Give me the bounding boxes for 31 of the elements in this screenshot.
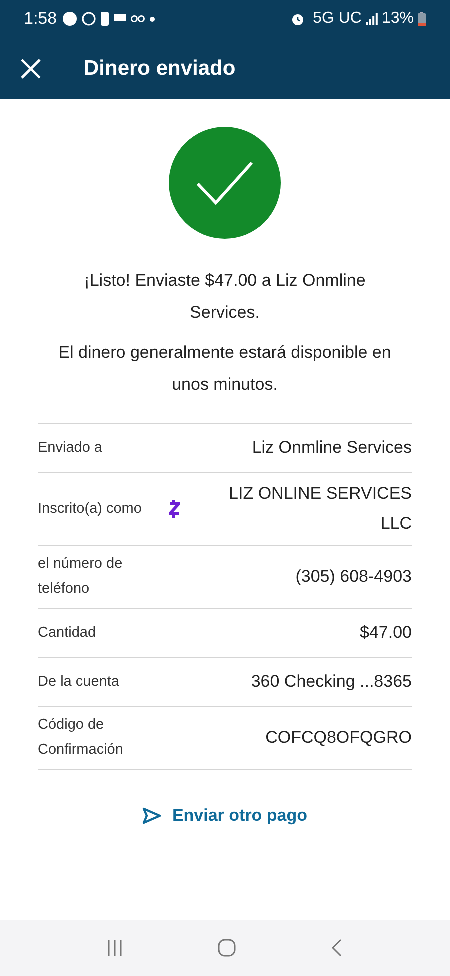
- back-icon: [330, 938, 344, 958]
- zelle-icon: [168, 500, 180, 518]
- send-another-payment-link[interactable]: Enviar otro pago: [142, 806, 308, 826]
- send-icon: [142, 807, 162, 825]
- battery-icon: [418, 12, 426, 26]
- network-label: 5G UC: [313, 10, 362, 28]
- signal-icon: [366, 13, 378, 25]
- battery-percent: 13%: [382, 10, 414, 28]
- detail-value: (305) 608-4903: [294, 566, 412, 588]
- home-icon: [216, 938, 237, 958]
- status-time: 1:58: [24, 9, 58, 29]
- detail-label: Cantidad: [38, 624, 98, 642]
- availability-note: El dinero generalmente estará disponible en unos minutos.: [58, 342, 392, 396]
- detail-label: Código de Confirmación: [38, 716, 124, 760]
- success-check-icon: [169, 127, 281, 239]
- detail-value: 360 Checking ...8365: [250, 671, 412, 693]
- detail-value: $47.00: [359, 622, 412, 644]
- recent-apps-icon: [106, 938, 124, 958]
- detail-label: Enviado a: [38, 438, 104, 458]
- detail-value: COFCQ8OFQGRO: [264, 727, 412, 749]
- success-message: ¡Listo! Enviaste $47.00 a Liz Onmline Services.: [83, 270, 367, 324]
- dot-icon: [150, 16, 156, 22]
- close-button[interactable]: [20, 58, 42, 80]
- detail-label: Inscrito(a) como: [38, 500, 143, 518]
- voicemail-icon: [131, 15, 146, 23]
- detail-value: Liz Onmline Services: [251, 437, 412, 459]
- alarm-icon: [291, 12, 306, 26]
- detail-label: el número de teléfono: [38, 555, 124, 599]
- detail-label: De la cuenta: [38, 672, 120, 692]
- detail-value: LIZ ONLINE SERVICES LLC: [228, 483, 412, 535]
- screen-title: Dinero enviado: [84, 56, 236, 80]
